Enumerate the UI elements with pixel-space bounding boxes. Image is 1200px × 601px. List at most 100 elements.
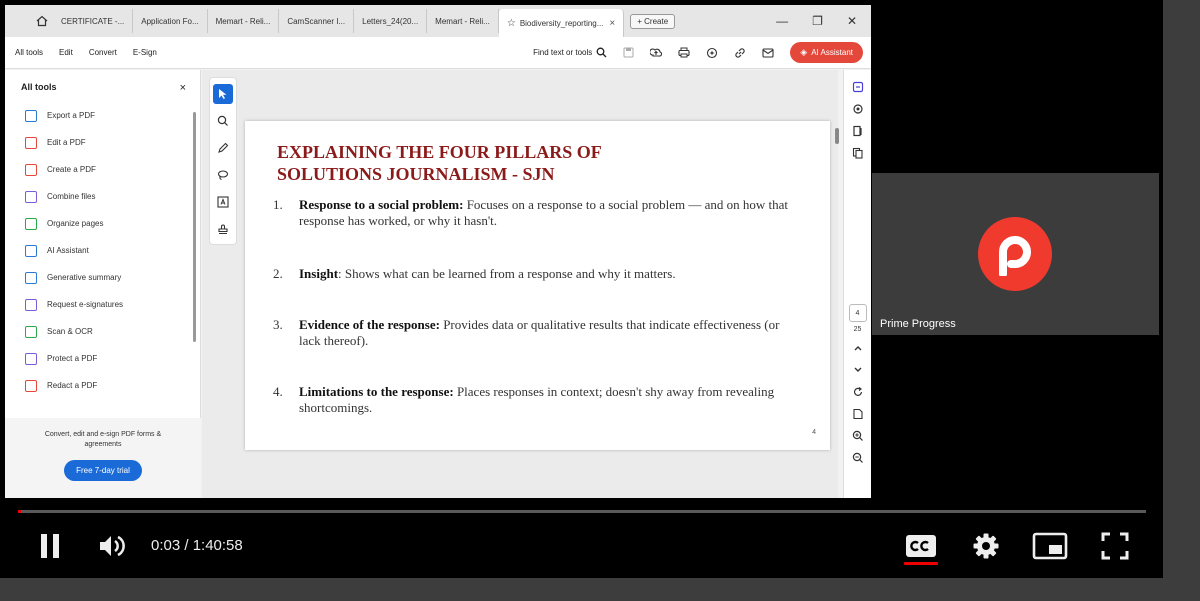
tool-item[interactable]: Request e-signatures	[5, 291, 200, 318]
link-icon[interactable]	[734, 47, 746, 59]
progress-bar[interactable]	[18, 510, 1146, 513]
refresh-icon[interactable]	[844, 381, 871, 403]
miniplayer-icon	[1032, 532, 1068, 560]
pillar-point: 1. Response to a social problem: Focuses…	[273, 197, 789, 228]
slide-page: EXPLAINING THE FOUR PILLARS OF SOLUTIONS…	[245, 121, 830, 450]
pause-button[interactable]	[32, 528, 68, 564]
ai-assistant-icon: ◈	[800, 47, 808, 57]
tool-icon	[25, 109, 37, 122]
select-tool[interactable]	[213, 84, 233, 104]
panel-title: All tools	[21, 82, 57, 92]
tool-label: Scan & OCR	[47, 327, 93, 336]
tool-item[interactable]: Export a PDF	[5, 102, 200, 129]
tool-item[interactable]: Edit a PDF	[5, 129, 200, 156]
pillar-point: 2. Insight: Shows what can be learned fr…	[273, 266, 676, 281]
find-tools[interactable]: Find text or tools	[533, 47, 607, 58]
fullscreen-icon	[1101, 532, 1129, 560]
close-tab-icon[interactable]: ×	[609, 18, 615, 29]
ai-assistant-button[interactable]: ◈ AI Assistant	[790, 42, 863, 63]
right-rail: 4 25	[843, 70, 871, 498]
browser-tab[interactable]: CERTIFICATE -...	[53, 9, 134, 33]
comment-icon[interactable]	[844, 76, 871, 98]
menu-convert[interactable]: Convert	[89, 48, 117, 57]
browser-tab-active[interactable]: ☆ Biodiversity_reporting... ×	[498, 9, 625, 37]
chevron-down-icon[interactable]	[844, 359, 871, 381]
miniplayer-button[interactable]	[1030, 528, 1070, 564]
captions-active-indicator	[904, 562, 938, 565]
zoom-in-icon[interactable]	[844, 425, 871, 447]
captions-button[interactable]	[903, 528, 939, 564]
attach-icon[interactable]	[844, 98, 871, 120]
text-tool[interactable]	[213, 192, 233, 212]
tool-item[interactable]: AI Assistant	[5, 237, 200, 264]
pillar-point: 3. Evidence of the response: Provides da…	[273, 317, 780, 348]
tool-item[interactable]: Create a PDF	[5, 156, 200, 183]
tool-label: Create a PDF	[47, 165, 96, 174]
tool-icon	[25, 271, 37, 284]
tool-label: Export a PDF	[47, 111, 96, 120]
tool-icon	[25, 325, 37, 338]
ai-sparkle-icon[interactable]	[706, 47, 718, 59]
tool-item[interactable]: Scan & OCR	[5, 318, 200, 345]
create-tab-button[interactable]: + Create	[630, 13, 676, 29]
browser-tab[interactable]: Memart - Reli...	[427, 9, 499, 33]
cc-icon	[906, 535, 936, 557]
tool-item[interactable]: Protect a PDF	[5, 345, 200, 372]
text-box-icon	[217, 196, 229, 208]
tool-item[interactable]: Generative summary	[5, 264, 200, 291]
fullscreen-button[interactable]	[1097, 528, 1133, 564]
volume-button[interactable]	[94, 528, 130, 564]
tool-label: Redact a PDF	[47, 381, 98, 390]
close-window-icon[interactable]: ✕	[847, 14, 857, 28]
tool-item[interactable]: Combine files	[5, 183, 200, 210]
tool-label: AI Assistant	[47, 246, 89, 255]
settings-button[interactable]	[968, 528, 1004, 564]
video-player[interactable]: CERTIFICATE -... Application Fo... Memar…	[0, 0, 1163, 578]
search-icon	[596, 47, 607, 58]
tool-icon	[25, 352, 37, 365]
pen-tool[interactable]	[213, 138, 233, 158]
zoom-tool[interactable]	[213, 111, 233, 131]
home-icon[interactable]	[31, 10, 53, 32]
tool-item[interactable]: Redact a PDF	[5, 372, 200, 399]
stamp-tool[interactable]	[213, 219, 233, 239]
print-icon[interactable]	[678, 47, 690, 58]
slide-title: EXPLAINING THE FOUR PILLARS OF SOLUTIONS…	[277, 142, 602, 184]
free-trial-button[interactable]: Free 7-day trial	[64, 460, 142, 481]
pen-icon	[218, 142, 229, 153]
browser-tab[interactable]: Application Fo...	[133, 9, 208, 33]
page-background	[0, 578, 1200, 601]
zoom-out-icon[interactable]	[844, 447, 871, 469]
tool-icon	[25, 298, 37, 311]
pillar-point: 4. Limitations to the response: Places r…	[273, 384, 775, 415]
mail-icon[interactable]	[762, 47, 774, 58]
lasso-tool[interactable]	[213, 165, 233, 185]
menu-edit[interactable]: Edit	[59, 48, 73, 57]
zoom-icon	[217, 115, 228, 126]
tool-icon	[25, 217, 37, 230]
panel-scrollbar[interactable]	[193, 112, 196, 342]
upload-icon[interactable]	[650, 47, 663, 58]
volume-icon	[100, 535, 125, 557]
close-panel-icon[interactable]: ×	[180, 82, 186, 94]
progress-played	[18, 510, 21, 513]
tool-item[interactable]: Organize pages	[5, 210, 200, 237]
browser-tab[interactable]: Letters_24(20...	[354, 9, 428, 33]
current-page-box[interactable]: 4	[848, 304, 867, 322]
time-display: 0:03 / 1:40:58	[151, 537, 243, 554]
browser-tab[interactable]: CamScanner I...	[279, 9, 355, 33]
menu-e-sign[interactable]: E-Sign	[133, 48, 157, 57]
pages-icon[interactable]	[844, 142, 871, 164]
menu-all-tools[interactable]: All tools	[15, 48, 43, 57]
save-file-icon[interactable]	[844, 403, 871, 425]
bookmark-icon[interactable]	[844, 120, 871, 142]
save-icon[interactable]	[623, 47, 634, 58]
total-pages: 25	[853, 326, 862, 333]
chevron-up-icon[interactable]	[844, 337, 871, 359]
tool-icon	[25, 379, 37, 392]
document-scrollbar[interactable]	[835, 128, 839, 144]
maximize-icon[interactable]: ❐	[812, 14, 823, 28]
trial-promo: Convert, edit and e-sign PDF forms & agr…	[5, 418, 201, 498]
minimize-icon[interactable]: —	[776, 14, 788, 28]
browser-tab[interactable]: Memart - Reli...	[208, 9, 280, 33]
